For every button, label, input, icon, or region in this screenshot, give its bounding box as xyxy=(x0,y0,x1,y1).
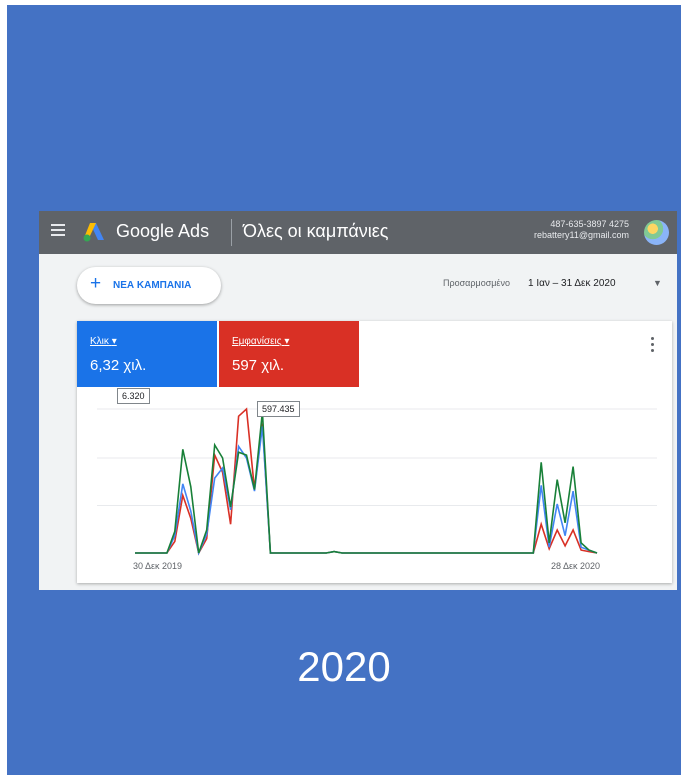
account-email: rebattery11@gmail.com xyxy=(533,230,629,240)
date-range-selector[interactable]: Προσαρμοσμένο 1 Ιαν – 31 Δεκ 2020 ▼ xyxy=(443,273,673,295)
clicks-metric-value: 6,32 χιλ. xyxy=(90,357,147,374)
performance-line-chart: 30 Δεκ 2019 28 Δεκ 2020 xyxy=(97,407,657,571)
plus-icon: + xyxy=(90,273,102,294)
impressions-metric-label[interactable]: Εμφανίσεις ▾ xyxy=(232,336,289,347)
impressions-metric-value: 597 χιλ. xyxy=(232,357,285,374)
x-tick-label: 28 Δεκ 2020 xyxy=(551,561,600,571)
new-campaign-button[interactable]: + ΝΕΑ ΚΑΜΠΑΝΙΑ xyxy=(77,267,221,304)
chart-series-line-1[interactable] xyxy=(135,411,598,554)
more-vert-icon[interactable] xyxy=(651,337,655,353)
slide-background: Google Ads Όλες οι καμπάνιες 487-635-389… xyxy=(7,5,681,775)
account-info[interactable]: 487-635-3897 4275 rebattery11@gmail.com xyxy=(534,219,629,241)
clicks-tooltip: 6.320 xyxy=(117,388,150,404)
caret-down-icon: ▾ xyxy=(111,336,117,347)
performance-chart-card: Κλικ ▾ 6,32 χιλ. Εμφανίσεις ▾ 597 χιλ. 3… xyxy=(77,321,672,583)
x-tick-label: 30 Δεκ 2019 xyxy=(133,561,182,571)
date-range-prefix: Προσαρμοσμένο xyxy=(443,278,510,288)
impressions-tooltip: 597.435 xyxy=(257,401,300,417)
account-id: 487-635-3897 4275 xyxy=(550,219,629,229)
caret-down-icon: ▾ xyxy=(284,336,290,347)
caret-down-icon: ▼ xyxy=(653,278,662,288)
hamburger-icon[interactable] xyxy=(51,224,65,238)
chart-series-line-2[interactable] xyxy=(135,426,598,556)
slide-caption: 2020 xyxy=(297,643,391,690)
chart-series-line-3[interactable] xyxy=(135,407,598,556)
google-ads-screenshot: Google Ads Όλες οι καμπάνιες 487-635-389… xyxy=(39,211,677,590)
google-ads-logo[interactable] xyxy=(81,220,107,244)
avatar[interactable] xyxy=(644,220,669,245)
clicks-metric-label[interactable]: Κλικ ▾ xyxy=(90,336,117,347)
impressions-metric-tile[interactable]: Εμφανίσεις ▾ 597 χιλ. xyxy=(219,321,359,387)
page-title: Όλες οι καμπάνιες xyxy=(243,221,389,241)
date-range-value: 1 Ιαν – 31 Δεκ 2020 xyxy=(528,278,616,289)
clicks-metric-tile[interactable]: Κλικ ▾ 6,32 χιλ. xyxy=(77,321,217,387)
brand-name[interactable]: Google Ads xyxy=(116,221,209,242)
top-app-bar: Google Ads Όλες οι καμπάνιες 487-635-389… xyxy=(39,211,677,254)
header-divider xyxy=(231,219,232,246)
new-campaign-label: ΝΕΑ ΚΑΜΠΑΝΙΑ xyxy=(113,280,192,291)
